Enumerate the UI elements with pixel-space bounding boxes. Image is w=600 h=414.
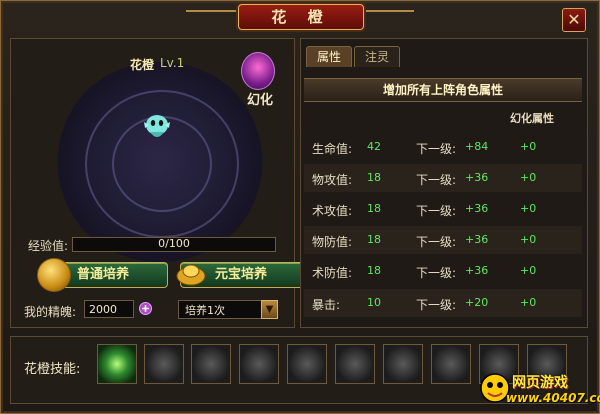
green-swirl-skill-icon[interactable] [97, 344, 137, 384]
title-ornament-left [186, 10, 236, 24]
orbs-skill-icon[interactable] [335, 344, 375, 384]
huanhua-value: +0 [520, 171, 537, 184]
close-button[interactable]: ✕ [562, 8, 586, 32]
essence-label: 我的精魄: [24, 305, 77, 319]
huanhua-value: +0 [520, 140, 537, 153]
attribute-label: 物防值: [312, 235, 353, 249]
next-level-label: 下一级: [416, 142, 457, 156]
attribute-row: 物防值: 18 下一级: +36 +0 [304, 226, 582, 254]
next-level-value: +36 [465, 233, 489, 246]
meditate-skill-icon[interactable] [287, 344, 327, 384]
attribute-label: 物攻值: [312, 173, 353, 187]
train-count-select[interactable]: 培养1次 ▼ [178, 300, 278, 319]
next-level-label: 下一级: [416, 266, 457, 280]
next-level-label: 下一级: [416, 298, 457, 312]
attribute-value: 42 [367, 140, 381, 153]
light-pillars-skill-icon[interactable] [431, 344, 471, 384]
huanhua-value: +0 [520, 264, 537, 277]
tab-attributes[interactable]: 属性 [306, 46, 352, 67]
attribute-label: 生命值: [312, 142, 353, 156]
gold-train-label: 元宝培养 [215, 267, 268, 282]
pet-level: Lv.1 [160, 56, 185, 70]
gold-ingot-icon [176, 264, 206, 286]
normal-train-label: 普通培养 [77, 267, 130, 282]
next-level-value: +84 [465, 140, 489, 153]
train-count-value: 培养1次 [185, 304, 225, 317]
window-title: 花 橙 [238, 4, 364, 30]
attribute-value: 18 [367, 233, 381, 246]
huanhua-value: +0 [520, 202, 537, 215]
add-essence-icon[interactable] [139, 302, 152, 315]
next-level-value: +36 [465, 264, 489, 277]
huanhua-label[interactable]: 幻化 [247, 89, 273, 108]
attribute-header: 增加所有上阵角色属性 [304, 78, 582, 102]
vortex-skill-icon[interactable] [191, 344, 231, 384]
exp-label: 经验值: [28, 239, 69, 253]
attribute-label: 术攻值: [312, 204, 353, 218]
attribute-row: 术防值: 18 下一级: +36 +0 [304, 257, 582, 285]
next-level-label: 下一级: [416, 235, 457, 249]
huanhua-value: +0 [520, 296, 537, 309]
attribute-row: 术攻值: 18 下一级: +36 +0 [304, 195, 582, 223]
bird-skill-icon[interactable] [383, 344, 423, 384]
attribute-value: 10 [367, 296, 381, 309]
exp-bar: 0/100 [72, 237, 276, 252]
normal-train-button[interactable]: 普通培养 [37, 258, 168, 292]
pet-name: 花橙 [130, 58, 155, 72]
attribute-row: 生命值: 42 下一级: +84 +0 [304, 133, 582, 161]
pet-sprite [144, 115, 170, 137]
attribute-value: 18 [367, 264, 381, 277]
skill-label: 花橙技能: [24, 362, 81, 377]
attribute-label: 暴击: [312, 298, 341, 312]
next-level-value: +36 [465, 171, 489, 184]
huanhua-attribute-header: 幻化属性 [510, 112, 554, 125]
tab-infuse[interactable]: 注灵 [354, 46, 400, 67]
next-level-value: +20 [465, 296, 489, 309]
next-level-label: 下一级: [416, 204, 457, 218]
huanhua-cauldron-icon[interactable] [241, 52, 275, 90]
shatter-skill-icon[interactable] [144, 344, 184, 384]
next-level-value: +36 [465, 202, 489, 215]
exp-value: 0/100 [158, 237, 190, 250]
attribute-row: 物攻值: 18 下一级: +36 +0 [304, 164, 582, 192]
title-ornament-right [364, 10, 414, 24]
huanhua-value: +0 [520, 233, 537, 246]
coin-icon [37, 258, 71, 292]
essence-value: 2000 [84, 300, 134, 318]
watermark-line1: 网页游戏 [512, 375, 568, 391]
watermark-line2: www.40407.com [506, 391, 600, 405]
attribute-value: 18 [367, 202, 381, 215]
next-level-label: 下一级: [416, 173, 457, 187]
chevron-down-icon[interactable]: ▼ [261, 300, 278, 319]
heart-skill-icon[interactable] [239, 344, 279, 384]
gold-train-button[interactable]: 元宝培养 [176, 262, 306, 288]
attribute-label: 术防值: [312, 266, 353, 280]
attribute-value: 18 [367, 171, 381, 184]
attribute-row: 暴击: 10 下一级: +20 +0 [304, 289, 582, 317]
